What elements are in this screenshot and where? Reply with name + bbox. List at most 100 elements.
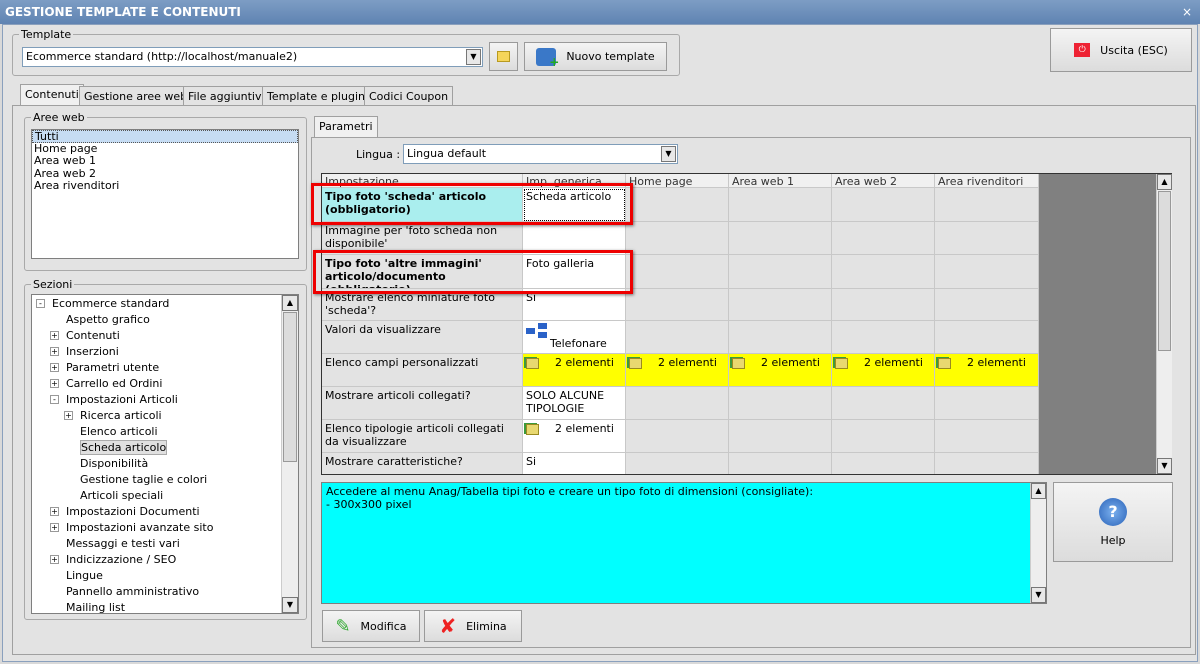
grid-cell[interactable] (729, 387, 832, 420)
modifica-button[interactable]: ✎ Modifica (322, 610, 420, 642)
grid-cell[interactable] (832, 222, 935, 255)
tree-item[interactable]: Scheda articolo (32, 440, 298, 456)
scroll-thumb[interactable] (283, 312, 297, 462)
chevron-down-icon[interactable]: ▼ (466, 49, 481, 65)
info-scrollbar[interactable]: ▲ ▼ (1030, 483, 1046, 603)
grid-cell[interactable] (729, 321, 832, 354)
grid-cell[interactable] (832, 188, 935, 222)
grid-cell[interactable] (832, 289, 935, 321)
tree-item[interactable]: + Carrello ed Ordini (32, 376, 298, 392)
elimina-button[interactable]: ✘ Elimina (424, 610, 522, 642)
grid-cell[interactable] (626, 188, 729, 222)
area-web-item[interactable]: Tutti (32, 130, 298, 143)
scroll-down-icon[interactable]: ▼ (1157, 458, 1172, 474)
chevron-down-icon[interactable]: ▼ (661, 146, 676, 162)
collapse-icon[interactable]: - (50, 395, 59, 404)
grid-cell[interactable]: Si (523, 453, 626, 474)
collapse-icon[interactable]: - (36, 299, 45, 308)
tab-template-plugins[interactable]: Template e plugins (262, 86, 376, 106)
sezioni-tree[interactable]: - Ecommerce standard Aspetto grafico + Conte… (31, 294, 299, 614)
tree-item[interactable]: Lingue (32, 568, 298, 584)
tree-item[interactable]: Mailing list (32, 600, 298, 613)
area-web-item[interactable]: Area web 1 (32, 154, 298, 168)
grid-cell[interactable] (832, 453, 935, 474)
grid-cell[interactable] (626, 387, 729, 420)
tab-contenuti[interactable]: Contenuti (20, 84, 84, 106)
row-label[interactable]: Elenco campi personalizzati (322, 354, 523, 387)
grid-cell[interactable] (729, 188, 832, 222)
grid-cell[interactable]: 2 elementi (935, 354, 1039, 387)
grid-cell[interactable]: 2 elementi (626, 354, 729, 387)
grid-cell[interactable]: 2 elementi (523, 354, 626, 387)
tab-file-aggiuntivi[interactable]: File aggiuntivi (183, 86, 270, 106)
tree-item[interactable]: + Inserzioni (32, 344, 298, 360)
lingua-select[interactable]: Lingua default ▼ (403, 144, 678, 164)
scroll-up-icon[interactable]: ▲ (1031, 483, 1046, 499)
grid-cell[interactable]: 2 elementi (832, 354, 935, 387)
exit-button[interactable]: ⏻ Uscita (ESC) (1050, 28, 1192, 72)
tree-item[interactable]: - Impostazioni Articoli (32, 392, 298, 408)
row-label[interactable]: Elenco tipologie articoli collegati da v… (322, 420, 523, 453)
tab-parametri[interactable]: Parametri (314, 116, 378, 137)
expand-icon[interactable]: + (50, 379, 59, 388)
grid-cell[interactable] (729, 222, 832, 255)
grid-cell[interactable] (935, 321, 1039, 354)
grid-cell[interactable]: SOLO ALCUNE TIPOLOGIE (523, 387, 626, 420)
grid-cell[interactable] (832, 321, 935, 354)
tree-item[interactable]: Elenco articoli (32, 424, 298, 440)
row-label[interactable]: Mostrare articoli collegati? (322, 387, 523, 420)
grid-cell[interactable]: Telefonare p... (523, 321, 626, 354)
grid-cell[interactable] (935, 289, 1039, 321)
grid-scrollbar[interactable]: ▲ ▼ (1156, 174, 1172, 474)
grid-cell[interactable] (832, 387, 935, 420)
grid-cell[interactable] (626, 289, 729, 321)
expand-icon[interactable]: + (50, 331, 59, 340)
grid-cell[interactable] (935, 387, 1039, 420)
tree-item[interactable]: Pannello amministrativo (32, 584, 298, 600)
expand-icon[interactable]: + (50, 507, 59, 516)
expand-icon[interactable]: + (50, 347, 59, 356)
scroll-thumb[interactable] (1158, 191, 1171, 351)
grid-cell[interactable] (626, 420, 729, 453)
tree-item[interactable]: + Impostazioni Documenti (32, 504, 298, 520)
tree-item[interactable]: Gestione taglie e colori (32, 472, 298, 488)
tab-gestione-aree-web[interactable]: Gestione aree web (79, 86, 193, 106)
scroll-down-icon[interactable]: ▼ (282, 597, 298, 613)
area-web-item[interactable]: Area rivenditori (32, 179, 298, 193)
scroll-up-icon[interactable]: ▲ (1157, 174, 1172, 190)
grid-cell[interactable] (729, 255, 832, 289)
grid-cell[interactable] (626, 222, 729, 255)
grid-cell[interactable] (832, 420, 935, 453)
expand-icon[interactable]: + (50, 363, 59, 372)
grid-cell[interactable]: 2 elementi (729, 354, 832, 387)
sezioni-scrollbar[interactable]: ▲ ▼ (281, 295, 298, 613)
grid-cell[interactable] (626, 321, 729, 354)
tree-item[interactable]: + Contenuti (32, 328, 298, 344)
tree-item[interactable]: Aspetto grafico (32, 312, 298, 328)
tree-item[interactable]: + Ricerca articoli (32, 408, 298, 424)
close-icon[interactable]: × (1182, 0, 1192, 24)
row-label[interactable]: Mostrare caratteristiche? (322, 453, 523, 474)
tree-item[interactable]: - Ecommerce standard (32, 296, 298, 312)
grid-cell[interactable]: 2 elementi (523, 420, 626, 453)
new-template-button[interactable]: + Nuovo template (524, 42, 667, 71)
aree-web-list[interactable]: Tutti Home page Area web 1 Area web 2 Area r… (31, 129, 299, 259)
template-select[interactable]: Ecommerce standard (http://localhost/man… (22, 47, 483, 67)
expand-icon[interactable]: + (50, 523, 59, 532)
grid-cell[interactable] (729, 289, 832, 321)
scroll-down-icon[interactable]: ▼ (1031, 587, 1046, 603)
grid-cell[interactable] (626, 453, 729, 474)
tree-item[interactable]: Articoli speciali (32, 488, 298, 504)
open-folder-button[interactable] (489, 42, 518, 71)
grid-cell[interactable] (935, 420, 1039, 453)
grid-cell[interactable] (935, 222, 1039, 255)
help-button[interactable]: ? Help (1053, 482, 1173, 562)
expand-icon[interactable]: + (64, 411, 73, 420)
tree-item[interactable]: + Parametri utente (32, 360, 298, 376)
tab-codici-coupon[interactable]: Codici Coupon (364, 86, 454, 106)
tree-item[interactable]: Messaggi e testi vari (32, 536, 298, 552)
grid-cell[interactable] (935, 453, 1039, 474)
grid-cell[interactable] (729, 420, 832, 453)
grid-cell[interactable] (832, 255, 935, 289)
grid-cell[interactable] (935, 188, 1039, 222)
